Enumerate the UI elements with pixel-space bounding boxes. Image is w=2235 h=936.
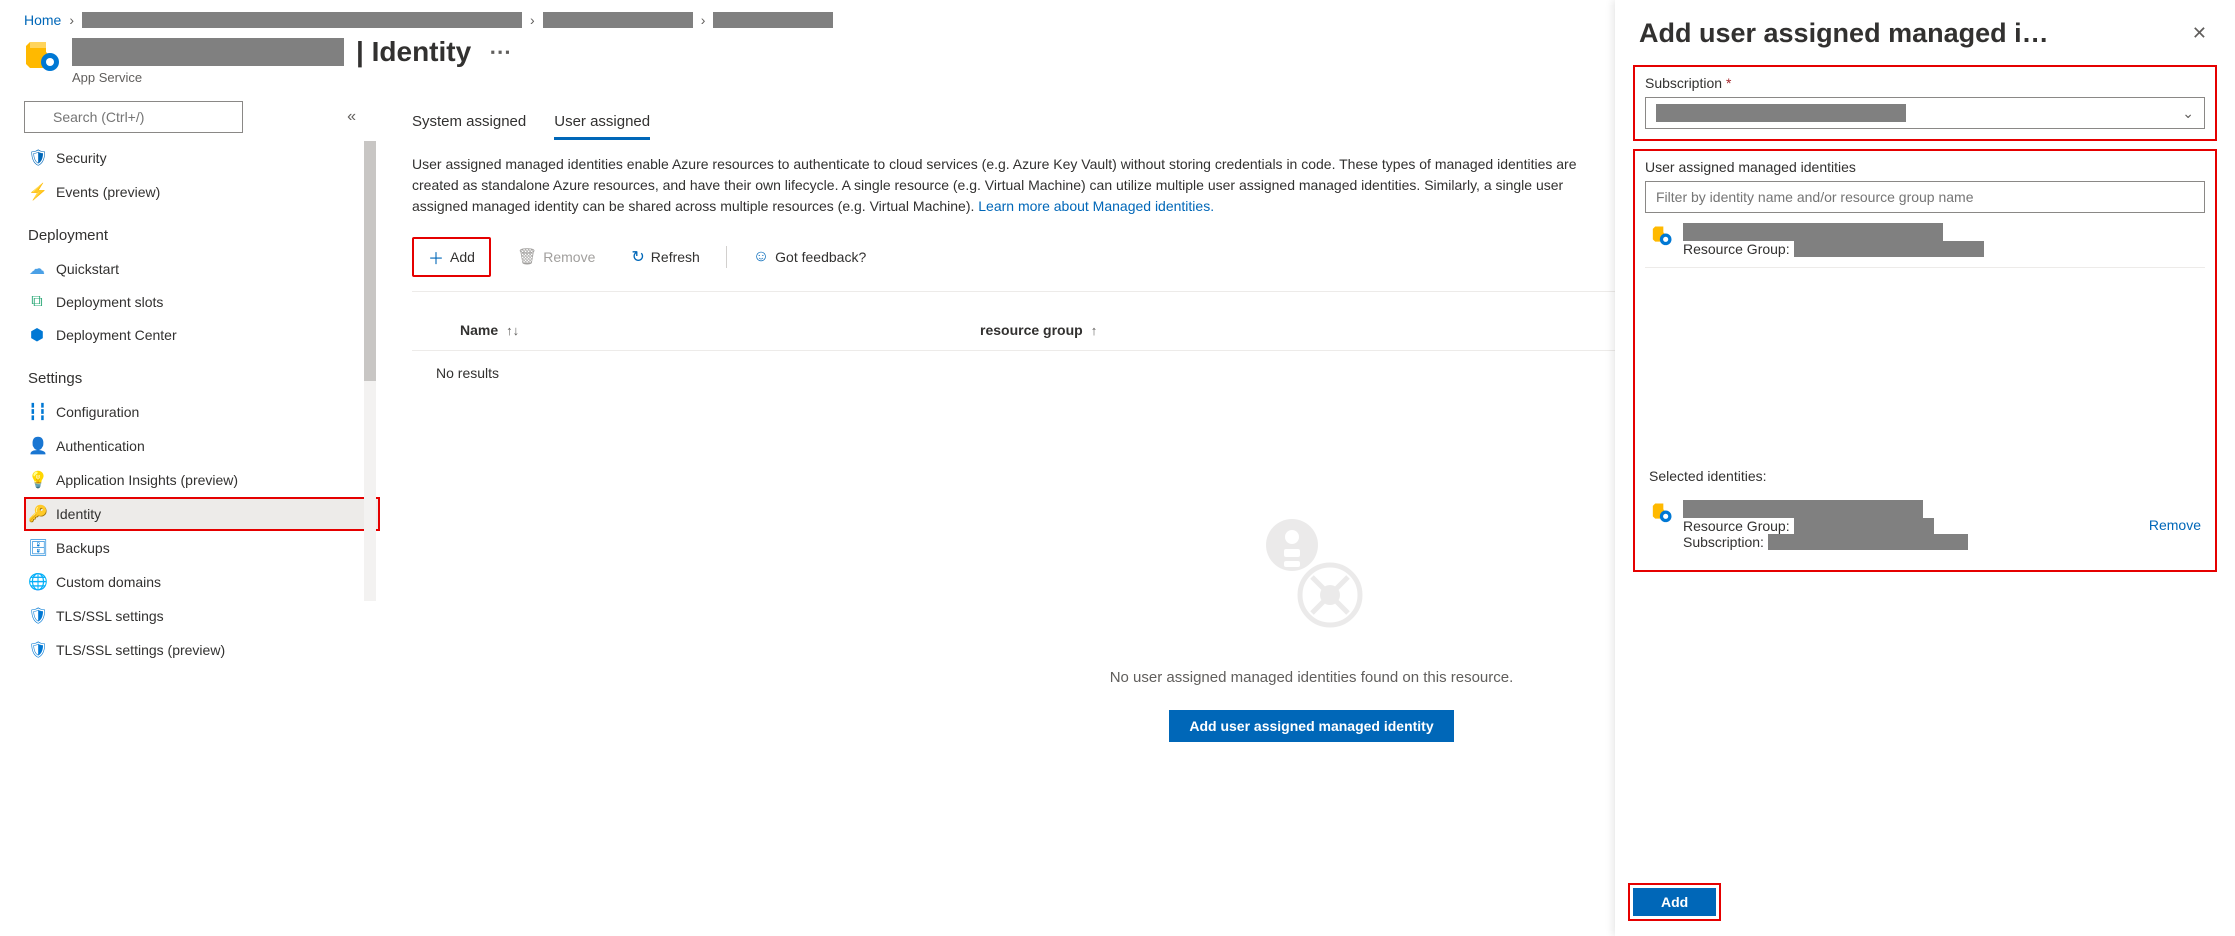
chevron-down-icon: ⌄ xyxy=(2182,105,2194,122)
column-header-name[interactable]: Name ↑↓ xyxy=(460,322,980,338)
selected-identities-label: Selected identities: xyxy=(1649,468,2205,484)
sidebar-item-tls-ssl[interactable]: 🛡 TLS/SSL settings xyxy=(24,599,380,633)
cloud-upload-icon: ☁ xyxy=(28,259,46,279)
sidebar-item-label: TLS/SSL settings (preview) xyxy=(56,642,225,658)
remove-identity-link[interactable]: Remove xyxy=(2149,517,2201,533)
globe-icon: 🌐 xyxy=(28,572,46,592)
sidebar-group-deployment: Deployment xyxy=(24,209,380,252)
sidebar-item-label: Security xyxy=(56,150,107,166)
sidebar-item-authentication[interactable]: 👤 Authentication xyxy=(24,429,380,463)
close-panel-button[interactable]: ✕ xyxy=(2188,19,2211,48)
more-button[interactable]: ⋯ xyxy=(483,39,517,65)
sidebar-item-label: Application Insights (preview) xyxy=(56,472,238,488)
sidebar-item-deployment-slots[interactable]: ⧉ Deployment slots xyxy=(24,286,380,318)
add-identity-button[interactable]: Add user assigned managed identity xyxy=(1169,710,1453,742)
refresh-button[interactable]: ↻ Refresh xyxy=(621,243,709,271)
tab-description: User assigned managed identities enable … xyxy=(412,154,1592,217)
chevron-right-icon: › xyxy=(69,12,74,28)
subscription-value xyxy=(1656,104,1906,122)
sidebar-item-label: Configuration xyxy=(56,404,139,420)
sort-icon: ↑↓ xyxy=(506,323,519,338)
breadcrumb-item-2[interactable] xyxy=(543,12,693,28)
shield-icon: 🛡 xyxy=(28,148,46,168)
sidebar-item-label: Backups xyxy=(56,540,110,556)
app-service-icon xyxy=(24,36,60,72)
shield-check-icon: 🛡 xyxy=(28,640,46,660)
chevron-right-icon: › xyxy=(701,12,706,28)
empty-text: No user assigned managed identities foun… xyxy=(1110,669,1514,686)
sidebar-item-security[interactable]: 🛡 Security xyxy=(24,141,380,175)
sidebar-item-quickstart[interactable]: ☁ Quickstart xyxy=(24,252,380,286)
selected-identity-name xyxy=(1683,500,1923,518)
breadcrumb-home[interactable]: Home xyxy=(24,12,61,28)
breadcrumb-item-1[interactable] xyxy=(82,12,522,28)
page-title: | Identity xyxy=(356,36,471,68)
add-button[interactable]: ＋ Add xyxy=(412,237,491,277)
sidebar-item-label: Identity xyxy=(56,506,101,522)
archive-icon: 🗄 xyxy=(28,538,46,558)
panel-title: Add user assigned managed i… xyxy=(1639,18,2049,49)
add-identity-panel: Add user assigned managed i… ✕ Subscript… xyxy=(1615,0,2235,936)
sidebar-item-label: Events (preview) xyxy=(56,184,160,200)
sidebar-item-events[interactable]: ⚡ Events (preview) xyxy=(24,175,380,209)
sidebar-group-settings: Settings xyxy=(24,352,380,395)
refresh-icon: ↻ xyxy=(631,247,644,267)
empty-key-icon xyxy=(1242,505,1382,645)
identity-filter-input[interactable] xyxy=(1645,181,2205,213)
learn-more-link[interactable]: Learn more about Managed identities. xyxy=(978,198,1214,214)
sidebar-item-deployment-center[interactable]: ⬢ Deployment Center xyxy=(24,318,380,352)
selected-identity-sub xyxy=(1768,534,1968,550)
sidebar-item-label: Deployment slots xyxy=(56,294,163,310)
identities-section: User assigned managed identities Resourc… xyxy=(1633,149,2217,572)
feedback-icon: ☺ xyxy=(753,248,769,266)
identity-icon xyxy=(1649,500,1673,528)
tab-user-assigned[interactable]: User assigned xyxy=(554,105,650,140)
sidebar-item-label: Authentication xyxy=(56,438,145,454)
selected-identity-item: Resource Group: Subscription: Remove xyxy=(1645,490,2205,560)
identity-rg xyxy=(1794,241,1984,257)
sidebar-item-app-insights[interactable]: 💡 Application Insights (preview) xyxy=(24,463,380,497)
key-icon: 🔑 xyxy=(28,504,46,524)
sidebar-item-tls-ssl-preview[interactable]: 🛡 TLS/SSL settings (preview) xyxy=(24,633,380,667)
subscription-dropdown[interactable]: ⌄ xyxy=(1645,97,2205,129)
identity-list-item[interactable]: Resource Group: xyxy=(1645,213,2205,268)
identity-name xyxy=(1683,223,1943,241)
sidebar-item-configuration[interactable]: ┇┇ Configuration xyxy=(24,395,380,429)
toolbar-separator xyxy=(726,246,727,268)
sidebar-item-label: Deployment Center xyxy=(56,327,177,343)
sidebar-item-identity[interactable]: 🔑 Identity xyxy=(24,497,380,531)
bolt-icon: ⚡ xyxy=(28,182,46,202)
sidebar-search-input[interactable] xyxy=(24,101,243,133)
person-icon: 👤 xyxy=(28,436,46,456)
sidebar-item-label: Custom domains xyxy=(56,574,161,590)
feedback-button[interactable]: ☺ Got feedback? xyxy=(743,244,876,270)
sort-icon: ↑ xyxy=(1091,323,1098,338)
sidebar: 🔍︎ « 🛡 Security ⚡ Events (preview) Deplo… xyxy=(0,93,380,936)
sidebar-item-backups[interactable]: 🗄 Backups xyxy=(24,531,380,565)
selected-identity-rg xyxy=(1794,518,1934,534)
breadcrumb-item-3[interactable] xyxy=(713,12,833,28)
resource-type-label: App Service xyxy=(72,70,517,85)
sidebar-item-label: Quickstart xyxy=(56,261,119,277)
cube-icon: ⬢ xyxy=(28,325,46,345)
sidebar-item-custom-domains[interactable]: 🌐 Custom domains xyxy=(24,565,380,599)
collapse-sidebar-button[interactable]: « xyxy=(347,108,356,126)
trash-icon: 🗑 xyxy=(517,247,537,267)
sliders-icon: ┇┇ xyxy=(28,402,46,422)
sidebar-scrollbar-thumb[interactable] xyxy=(364,141,376,381)
identities-label: User assigned managed identities xyxy=(1645,159,2205,175)
shield-check-icon: 🛡 xyxy=(28,606,46,626)
bulb-icon: 💡 xyxy=(28,470,46,490)
subscription-section: Subscription * ⌄ xyxy=(1633,65,2217,141)
sidebar-item-label: TLS/SSL settings xyxy=(56,608,164,624)
chevron-right-icon: › xyxy=(530,12,535,28)
tab-system-assigned[interactable]: System assigned xyxy=(412,105,526,140)
remove-button: 🗑 Remove xyxy=(507,243,605,271)
slots-icon: ⧉ xyxy=(28,293,46,311)
plus-icon: ＋ xyxy=(428,245,444,269)
resource-name xyxy=(72,38,344,66)
identity-icon xyxy=(1649,223,1673,251)
subscription-label: Subscription * xyxy=(1645,75,1731,91)
panel-add-button[interactable]: Add xyxy=(1633,888,1716,916)
